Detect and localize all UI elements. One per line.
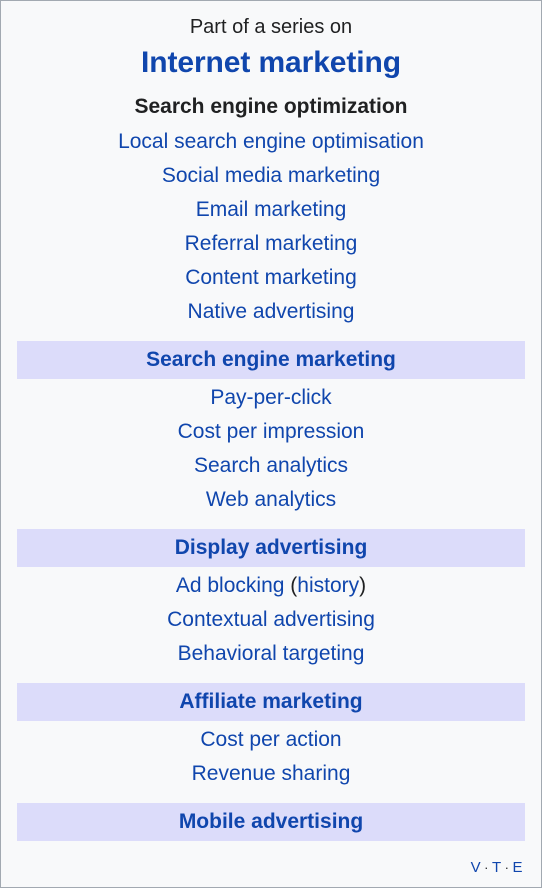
navbar-separator-1: · — [484, 860, 489, 875]
sidebar-group: Search engine optimization Local search e… — [1, 87, 541, 329]
sidebar-item[interactable]: Web analytics — [1, 483, 541, 517]
group-items: Ad blocking (history) Contextual advertis… — [1, 567, 541, 671]
navbar-edit-link[interactable]: e — [512, 859, 523, 876]
sidebar-item-link[interactable]: Web analytics — [206, 488, 336, 511]
paren-close: ) — [359, 574, 367, 597]
sidebar-item-link[interactable]: Content marketing — [185, 266, 357, 289]
sidebar-item-link[interactable]: Cost per impression — [178, 420, 365, 443]
sidebar-item[interactable]: Cost per impression — [1, 415, 541, 449]
sidebar-item-link[interactable]: Behavioral targeting — [178, 642, 365, 665]
sidebar-item[interactable]: Native advertising — [1, 295, 541, 329]
internet-marketing-sidebar: Part of a series on Internet marketing S… — [0, 0, 542, 888]
group-header[interactable]: Display advertising — [17, 529, 525, 567]
navbar-separator-2: · — [504, 860, 510, 875]
sidebar-item-link[interactable]: Social media marketing — [162, 164, 380, 187]
sidebar-item-link[interactable]: Contextual advertising — [167, 608, 375, 631]
sidebar-item[interactable]: Search analytics — [1, 449, 541, 483]
series-label: Part of a series on — [189, 16, 353, 38]
sidebar-inner: Part of a series on Internet marketing S… — [1, 1, 541, 841]
sidebar-item-link[interactable]: Native advertising — [188, 300, 355, 323]
sidebar-group: Affiliate marketing Cost per action Revenu… — [1, 683, 541, 791]
sidebar-item-link[interactable]: Local search engine optimisation — [118, 130, 424, 153]
sidebar-group: Mobile advertising — [1, 803, 541, 841]
group-items: Pay-per-click Cost per impression Search a… — [1, 379, 541, 517]
sidebar-group: Display advertising Ad blocking (history)… — [1, 529, 541, 671]
group-items: Cost per action Revenue sharing — [1, 721, 541, 791]
page-title[interactable]: Internet marketing — [1, 40, 541, 85]
sidebar-item[interactable]: Referral marketing — [1, 227, 541, 261]
groups-container: Search engine optimization Local search e… — [1, 87, 541, 841]
sidebar-item-link[interactable]: Ad blocking — [176, 574, 285, 597]
sidebar-item[interactable]: Cost per action — [1, 723, 541, 757]
group-header[interactable]: Affiliate marketing — [17, 683, 525, 721]
navbar: v · t · e — [471, 859, 523, 877]
sidebar-item[interactable]: Revenue sharing — [1, 757, 541, 791]
sidebar-item[interactable]: Social media marketing — [1, 159, 541, 193]
sidebar-item[interactable]: Behavioral targeting — [1, 637, 541, 671]
sidebar-item-link[interactable]: Cost per action — [200, 728, 341, 751]
sidebar-item-sublink[interactable]: history — [297, 574, 359, 597]
sidebar-item-link[interactable]: Pay-per-click — [210, 386, 331, 409]
sidebar-item-link[interactable]: Email marketing — [196, 198, 347, 221]
navbar-talk-link[interactable]: t — [492, 859, 502, 876]
navbar-view-link[interactable]: v — [471, 859, 482, 876]
sidebar-item-link[interactable]: Revenue sharing — [192, 762, 351, 785]
sidebar-item: Ad blocking (history) — [1, 569, 541, 603]
sidebar-group: Search engine marketing Pay-per-click Cost… — [1, 341, 541, 517]
sidebar-item-link[interactable]: Search analytics — [194, 454, 348, 477]
sidebar-item-current: Search engine optimization — [134, 95, 408, 118]
sidebar-item[interactable]: Content marketing — [1, 261, 541, 295]
group-items: Search engine optimization Local search e… — [1, 87, 541, 329]
group-header[interactable]: Mobile advertising — [17, 803, 525, 841]
sidebar-item-link[interactable]: Referral marketing — [185, 232, 358, 255]
sidebar-item[interactable]: Pay-per-click — [1, 381, 541, 415]
sidebar-item[interactable]: Email marketing — [1, 193, 541, 227]
sidebar-item[interactable]: Local search engine optimisation — [1, 125, 541, 159]
sidebar-item[interactable]: Contextual advertising — [1, 603, 541, 637]
group-header[interactable]: Search engine marketing — [17, 341, 525, 379]
